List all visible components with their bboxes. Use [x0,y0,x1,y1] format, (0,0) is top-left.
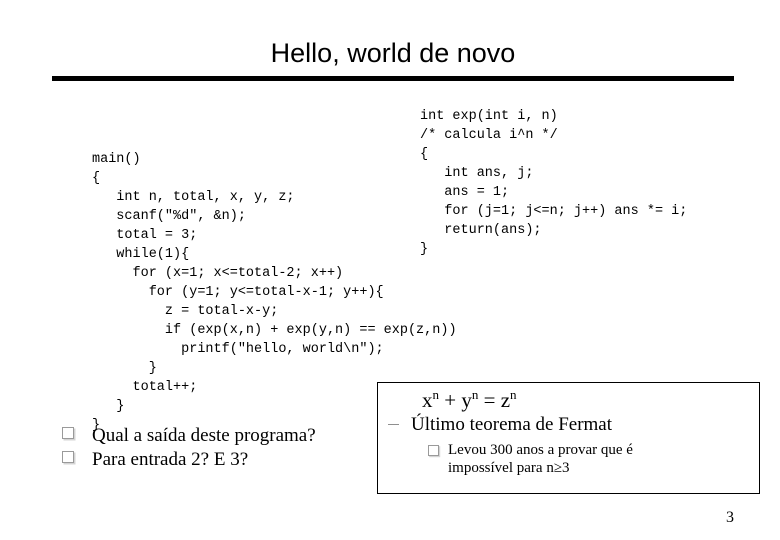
fermat-equation: xn + yn = zn [422,387,517,413]
page-number: 3 [726,509,734,526]
question-text: Para entrada 2? E 3? [92,449,249,470]
list-item: Para entrada 2? E 3? [62,448,382,472]
fermat-callout-box: xn + yn = zn Último teorema de Fermat Le… [377,382,760,494]
question-text: Qual a saída deste programa? [92,425,316,446]
square-bullet-icon [62,427,74,439]
fermat-eq-x: x [422,388,433,412]
fermat-theorem-line: Último teorema de Fermat [388,413,612,437]
list-item: Qual a saída deste programa? [62,424,382,448]
page-title: Hello, world de novo [270,38,516,68]
fermat-eq-sup3: n [510,387,517,402]
code-block-exp: int exp(int i, n) /* calcula i^n */ { in… [420,108,688,257]
square-bullet-icon [428,445,439,456]
fermat-note-text: Levou 300 anos a provar que é impossível… [448,442,633,476]
questions-list: Qual a saída deste programa? Para entrad… [62,424,382,472]
fermat-note-line: Levou 300 anos a provar que é impossível… [428,441,633,477]
slide-canvas: Hello, world de novo main() { int n, tot… [0,0,780,540]
fermat-eq-plus: + y [439,388,472,412]
title-divider [52,76,734,81]
fermat-theorem-text: Último teorema de Fermat [411,414,613,435]
square-bullet-icon [62,451,74,463]
dash-bullet-icon [388,423,399,425]
fermat-eq-equals: = z [478,388,511,412]
